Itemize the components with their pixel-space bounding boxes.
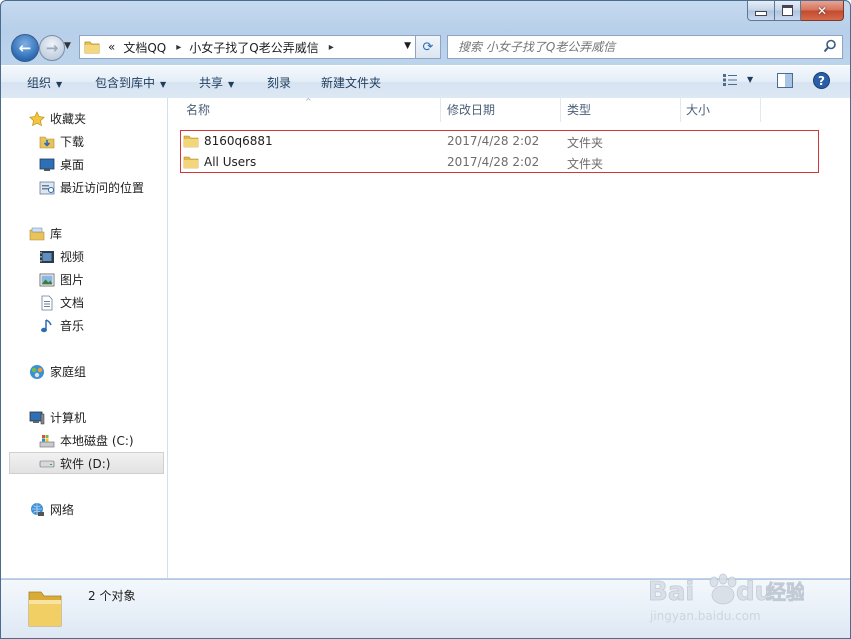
- help-button[interactable]: ?: [813, 72, 830, 92]
- svg-text:jingyan.baidu.com: jingyan.baidu.com: [649, 609, 761, 623]
- file-modified: 2017/4/28 2:02: [447, 134, 540, 148]
- address-bar[interactable]: « 文档QQ ▸ 小女子找了Q老公弄威信 ▸ ▼: [79, 35, 416, 59]
- preview-pane-icon: [777, 73, 793, 88]
- nav-item-drive-d[interactable]: 软件 (D:): [9, 452, 164, 474]
- nav-network[interactable]: 网络: [29, 501, 74, 518]
- svg-text:?: ?: [818, 74, 825, 88]
- homegroup-icon: [30, 364, 44, 379]
- breadcrumb-item[interactable]: 文档QQ: [123, 39, 166, 56]
- desktop-icon: [39, 158, 55, 171]
- video-icon: [40, 250, 54, 263]
- command-bar: 组织 ▼ 包含到库中 ▼ 共享 ▼ 刻录 新建文件夹 ▼ ?: [1, 65, 850, 99]
- search-icon: [823, 39, 836, 53]
- picture-icon: [39, 273, 55, 286]
- breadcrumb-separator[interactable]: ▸: [176, 42, 181, 53]
- computer-icon: [29, 411, 45, 424]
- folder-icon: [183, 135, 199, 148]
- help-icon: ?: [813, 72, 830, 89]
- library-icon: [29, 227, 45, 240]
- file-list: ^ 名称 修改日期 类型 大小 8160q6881 2017/4/28 2:02…: [168, 97, 850, 578]
- maximize-icon: [782, 5, 793, 16]
- sort-indicator-icon: ^: [305, 97, 312, 106]
- music-icon: [41, 318, 52, 332]
- network-icon: [31, 502, 44, 516]
- document-icon: [41, 295, 53, 310]
- forward-button[interactable]: →: [39, 35, 65, 61]
- back-button[interactable]: ←: [11, 34, 39, 62]
- change-view-button[interactable]: [722, 73, 738, 90]
- nav-item-videos[interactable]: 视频: [39, 248, 84, 265]
- column-divider[interactable]: [760, 98, 761, 122]
- explorer-window: ✕ ← → ▼ « 文档QQ ▸ 小女子找了Q老公弄威信 ▸ ▼ ⟳ 组织▼ 包…: [0, 0, 851, 639]
- nav-item-recent-places[interactable]: 最近访问的位置: [39, 179, 144, 196]
- nav-computer[interactable]: 计算机: [29, 409, 86, 426]
- file-modified: 2017/4/28 2:02: [447, 155, 540, 169]
- close-button[interactable]: ✕: [801, 1, 844, 21]
- item-count: 2 个对象: [88, 589, 136, 603]
- column-header-type[interactable]: 类型: [567, 101, 591, 118]
- refresh-icon: ⟳: [422, 39, 434, 55]
- burn-button[interactable]: 刻录: [267, 74, 291, 91]
- maximize-button[interactable]: [775, 1, 801, 21]
- back-arrow-icon: ←: [18, 38, 32, 57]
- nav-item-documents[interactable]: 文档: [39, 294, 84, 311]
- nav-item-music[interactable]: 音乐: [39, 317, 84, 334]
- folder-icon: [28, 591, 62, 627]
- table-row[interactable]: All Users: [183, 152, 256, 172]
- recent-pages-dropdown[interactable]: ▼: [64, 41, 71, 51]
- nav-libraries[interactable]: 库: [29, 225, 62, 242]
- minimize-button[interactable]: [747, 1, 775, 21]
- organize-menu[interactable]: 组织 ▼: [27, 74, 62, 91]
- column-header-date[interactable]: 修改日期: [447, 101, 495, 118]
- include-in-library-menu[interactable]: 包含到库中 ▼: [95, 74, 166, 91]
- forward-arrow-icon: →: [45, 38, 59, 57]
- nav-favorites[interactable]: 收藏夹: [29, 110, 86, 127]
- file-type: 文件夹: [567, 157, 604, 171]
- share-menu[interactable]: 共享 ▼: [199, 74, 234, 91]
- column-header-size[interactable]: 大小: [686, 101, 710, 118]
- column-header-name[interactable]: 名称: [186, 101, 210, 118]
- view-icon: [723, 74, 737, 86]
- table-row[interactable]: 8160q6881: [183, 131, 273, 151]
- nav-item-desktop[interactable]: 桌面: [39, 156, 84, 173]
- nav-item-drive-c[interactable]: 本地磁盘 (C:): [39, 432, 134, 449]
- folder-icon: [183, 156, 199, 169]
- search-box[interactable]: [447, 35, 843, 59]
- recent-places-icon: [39, 181, 55, 194]
- download-folder-icon: [39, 136, 55, 148]
- minimize-icon: [755, 11, 767, 16]
- nav-homegroup[interactable]: 家庭组: [29, 363, 86, 380]
- breadcrumb-item[interactable]: 小女子找了Q老公弄威信: [189, 39, 318, 56]
- file-type: 文件夹: [567, 136, 604, 150]
- new-folder-button[interactable]: 新建文件夹: [321, 74, 381, 91]
- address-dropdown[interactable]: ▼: [404, 41, 411, 51]
- caption-buttons: ✕: [747, 1, 844, 21]
- navigation-pane: 收藏夹 下载 桌面 最近访问的位置 库 视频 图片 文档 音乐 家庭组 计算机 …: [1, 98, 168, 578]
- breadcrumb-separator[interactable]: ▸: [329, 42, 334, 53]
- drive-d-icon: [39, 460, 55, 468]
- refresh-button[interactable]: ⟳: [415, 35, 441, 59]
- nav-item-pictures[interactable]: 图片: [39, 271, 84, 288]
- watermark-logo: Bai du 经验 jingyan.baidu.com: [644, 566, 806, 626]
- drive-c-icon: [39, 434, 55, 447]
- svg-text:经验: 经验: [766, 580, 804, 604]
- column-divider[interactable]: [440, 98, 441, 122]
- details-pane: 2 个对象 Bai du 经验 jingyan.baidu.com: [1, 573, 850, 638]
- star-icon: [29, 110, 45, 126]
- column-divider[interactable]: [560, 98, 561, 122]
- nav-item-downloads[interactable]: 下载: [39, 133, 84, 150]
- folder-icon: [84, 41, 100, 54]
- search-input[interactable]: [456, 39, 810, 55]
- preview-pane-button[interactable]: [777, 73, 793, 91]
- column-divider[interactable]: [680, 98, 681, 122]
- svg-text:Bai: Bai: [648, 577, 694, 607]
- close-icon: ✕: [816, 3, 828, 18]
- view-options-dropdown[interactable]: ▼: [747, 75, 753, 84]
- breadcrumb-overflow[interactable]: «: [108, 40, 115, 54]
